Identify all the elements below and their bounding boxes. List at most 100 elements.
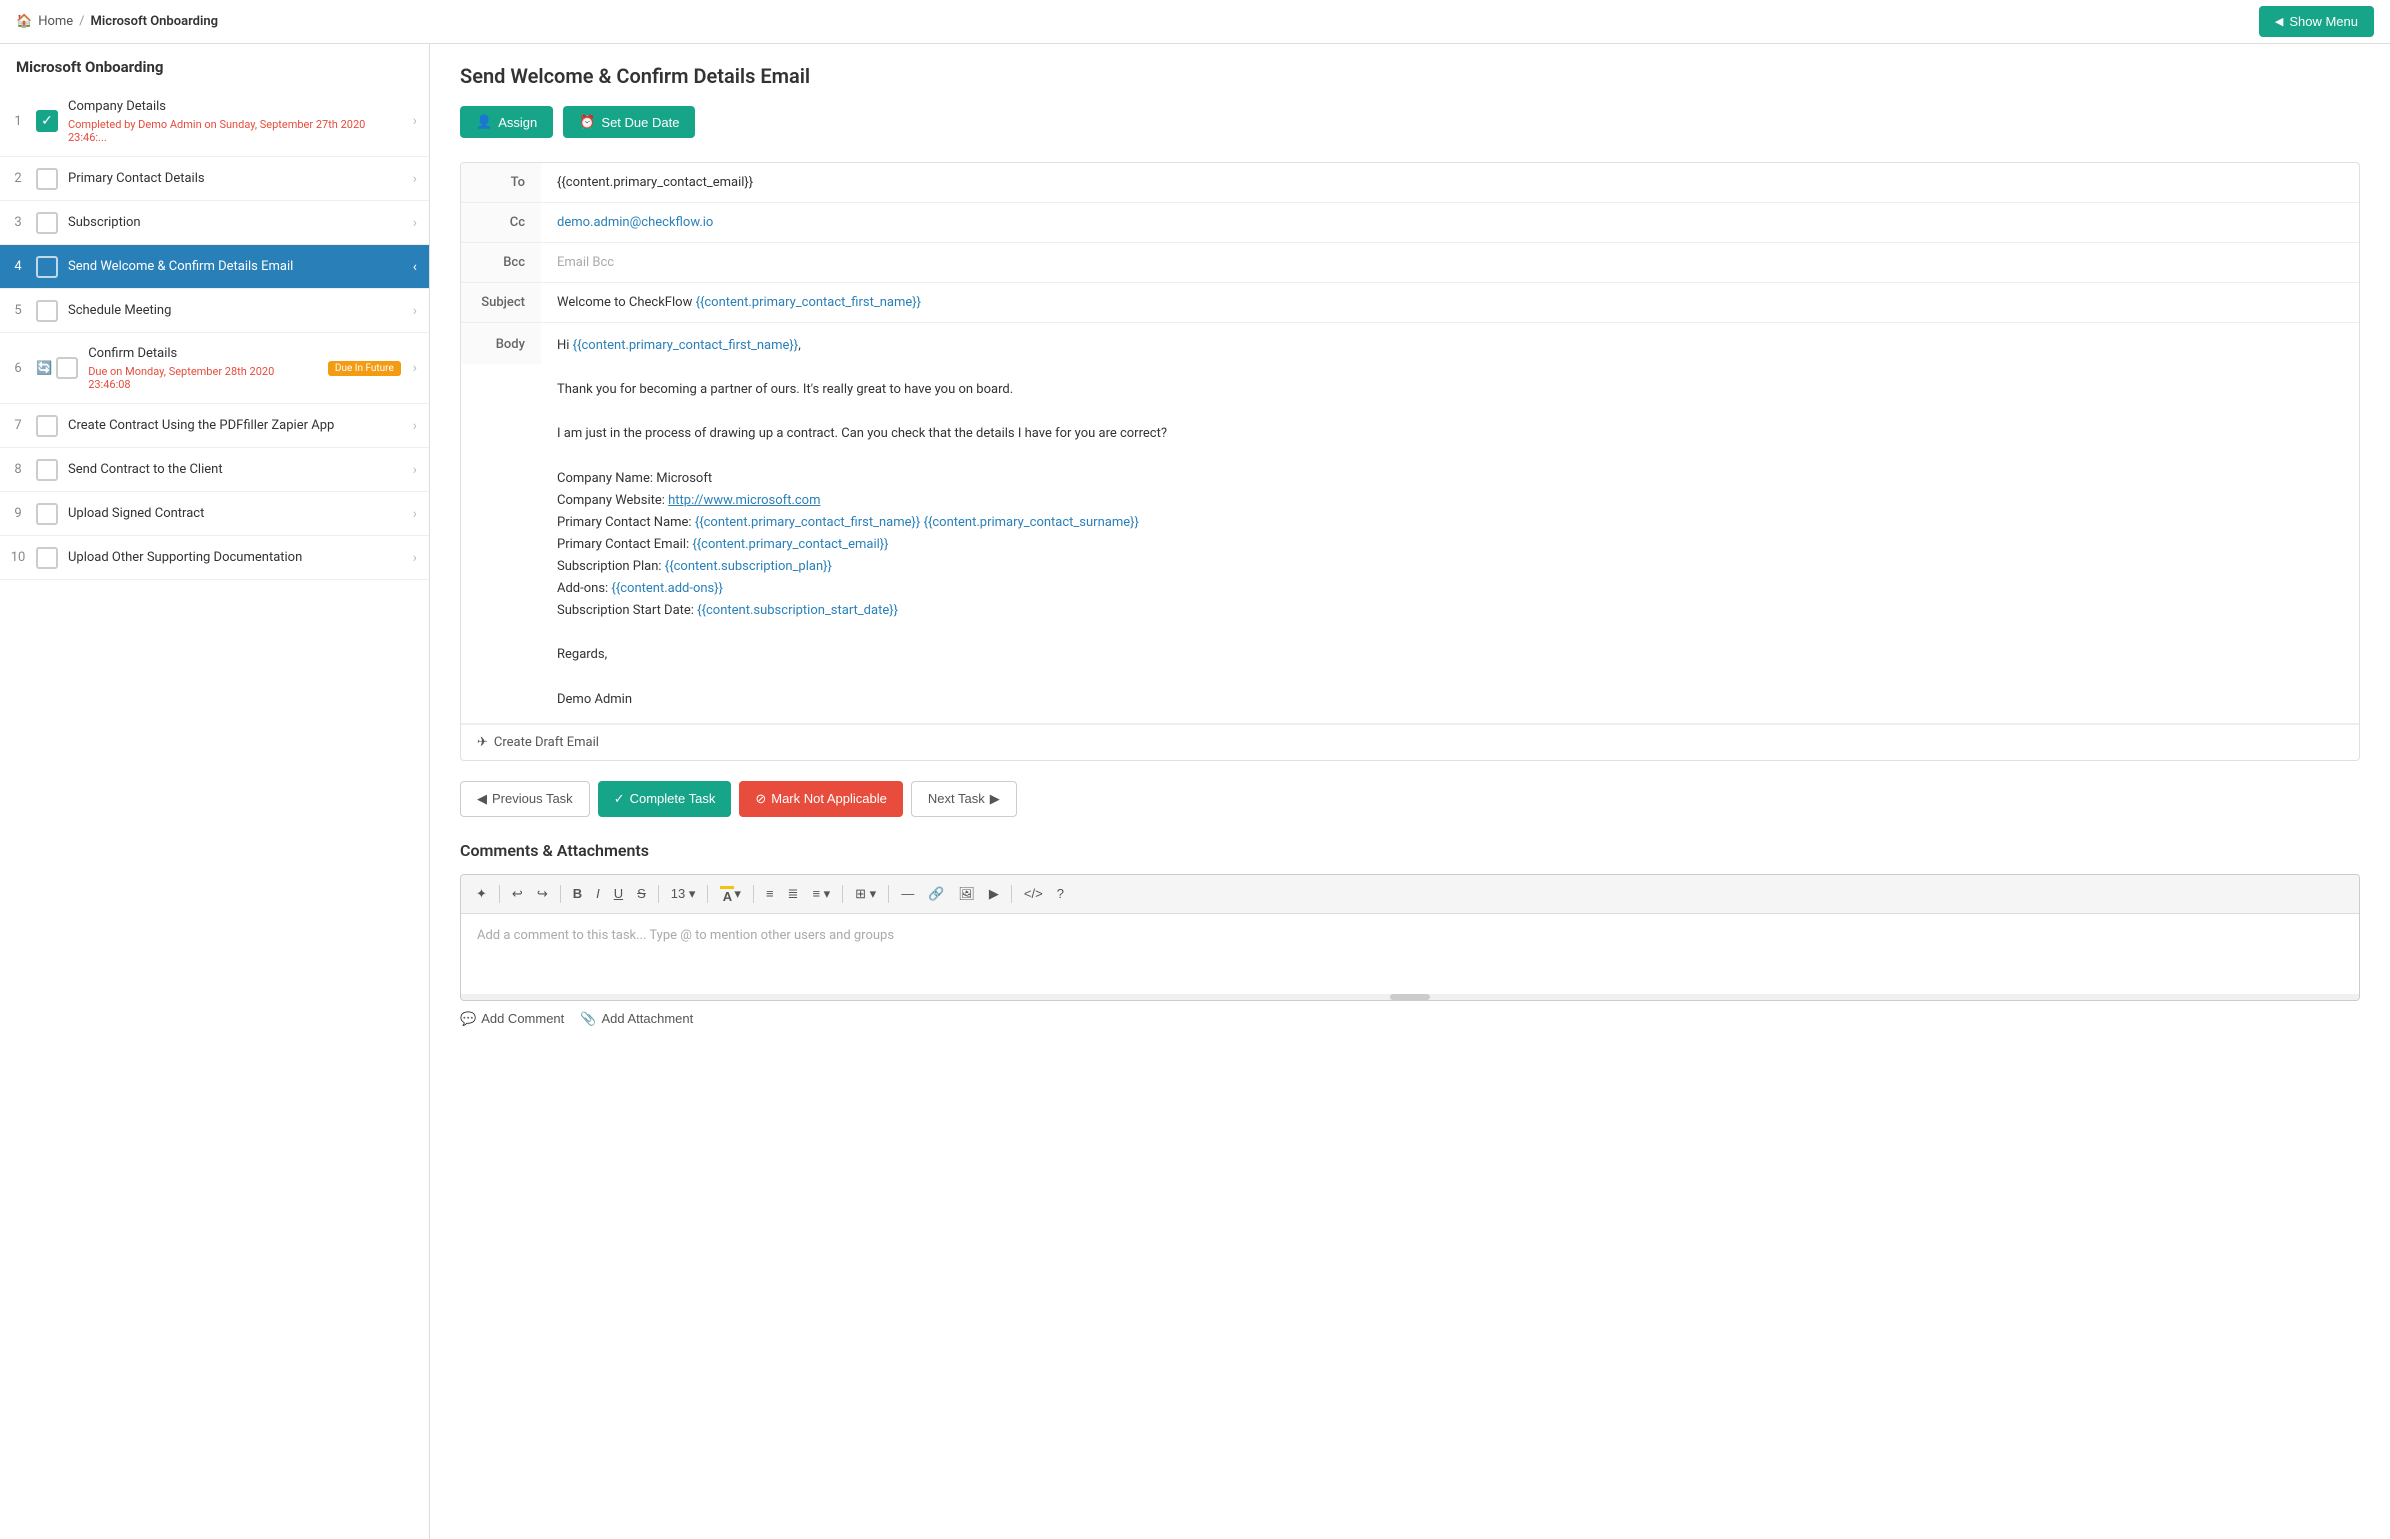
task-checkbox[interactable]	[36, 212, 58, 234]
code-btn[interactable]: </>	[1019, 883, 1048, 904]
task-checkbox[interactable]: ✓	[36, 110, 58, 132]
task-checkbox[interactable]	[56, 357, 78, 379]
complete-task-button[interactable]: ✓ Complete Task	[598, 781, 732, 817]
set-due-date-button[interactable]: ⏰ Set Due Date	[563, 106, 695, 138]
redo-btn[interactable]: ↪	[532, 883, 553, 905]
task-checkbox[interactable]	[36, 168, 58, 190]
task-checkbox[interactable]	[36, 256, 58, 278]
video-btn[interactable]: ▶	[984, 883, 1004, 905]
task-chevron-icon: ‹	[401, 259, 429, 275]
task-checkbox[interactable]	[36, 459, 58, 481]
table-btn[interactable]: ⊞ ▾	[850, 883, 881, 905]
strikethrough-btn[interactable]: S	[632, 883, 651, 904]
user-icon: 👤	[476, 114, 492, 130]
task-number: 4	[0, 245, 36, 288]
task-item[interactable]: 8Send Contract to the Client›	[0, 448, 429, 492]
task-chevron-icon: ›	[401, 418, 429, 434]
task-item[interactable]: 10Upload Other Supporting Documentation›	[0, 536, 429, 580]
bullet-list-btn[interactable]: ≡	[761, 883, 779, 904]
email-bcc-row: Bcc Email Bcc	[461, 243, 2359, 283]
not-applicable-label: Mark Not Applicable	[771, 791, 887, 806]
assign-label: Assign	[498, 115, 537, 130]
link-btn[interactable]: 🔗	[923, 883, 949, 905]
add-comment-label: Add Comment	[481, 1011, 564, 1026]
task-name: Company Details	[68, 98, 393, 116]
subject-value[interactable]: Welcome to CheckFlow {{content.primary_c…	[541, 283, 2359, 322]
cc-value[interactable]: demo.admin@checkflow.io	[541, 203, 2359, 242]
task-item[interactable]: 7Create Contract Using the PDFfiller Zap…	[0, 404, 429, 448]
sidebar: Microsoft Onboarding 1✓Company DetailsCo…	[0, 44, 430, 1539]
create-draft-button[interactable]: ✈ Create Draft Email	[461, 724, 2359, 760]
toolbar-sep-2	[560, 885, 561, 903]
task-content: Primary Contact Details	[68, 158, 401, 200]
body-label: Body	[461, 323, 541, 364]
font-color-btn[interactable]: A ▾	[715, 881, 746, 907]
task-item[interactable]: 2 Primary Contact Details ›	[0, 157, 429, 201]
task-item[interactable]: 9Upload Signed Contract›	[0, 492, 429, 536]
home-link[interactable]: Home	[38, 14, 73, 29]
comments-title: Comments & Attachments	[460, 841, 2360, 860]
task-content: Confirm DetailsDue on Monday, September …	[88, 333, 320, 403]
toolbar-sep-1	[499, 885, 500, 903]
task-checkbox[interactable]	[36, 503, 58, 525]
task-name: Primary Contact Details	[68, 170, 393, 188]
bcc-label: Bcc	[461, 243, 541, 282]
next-task-button[interactable]: Next Task ▶	[911, 781, 1017, 817]
check-icon: ✓	[614, 791, 625, 807]
comment-actions: 💬 Add Comment 📎 Add Attachment	[460, 1001, 2360, 1037]
task-chevron-icon: ›	[401, 215, 429, 231]
task-item[interactable]: 6🔄Confirm DetailsDue on Monday, Septembe…	[0, 333, 429, 404]
task-chevron-icon: ›	[401, 113, 429, 129]
to-value[interactable]: {{content.primary_contact_email}}	[541, 163, 2359, 202]
prev-icon: ◀	[477, 791, 487, 807]
task-number: 6	[0, 347, 36, 390]
show-menu-button[interactable]: Show Menu	[2259, 6, 2374, 37]
help-btn[interactable]: ?	[1052, 883, 1069, 904]
body-value[interactable]: Hi {{content.primary_contact_first_name}…	[541, 323, 2359, 723]
hr-btn[interactable]: —	[896, 883, 919, 904]
to-label: To	[461, 163, 541, 202]
toolbar-sep-4	[707, 885, 708, 903]
underline-btn[interactable]: U	[609, 883, 628, 904]
top-bar: 🏠 Home / Microsoft Onboarding Show Menu	[0, 0, 2390, 44]
task-number: 2	[0, 157, 36, 200]
bcc-value[interactable]: Email Bcc	[541, 243, 2359, 282]
comment-icon: 💬	[460, 1011, 476, 1027]
task-chevron-icon: ›	[401, 171, 429, 187]
align-btn[interactable]: ≡ ▾	[807, 883, 835, 905]
task-name: Send Contract to the Client	[68, 461, 393, 479]
task-checkbox[interactable]	[36, 547, 58, 569]
task-item[interactable]: 3Subscription›	[0, 201, 429, 245]
task-number: 3	[0, 201, 36, 244]
comment-editor[interactable]: Add a comment to this task... Type @ to …	[461, 914, 2359, 994]
image-btn[interactable]: 🖼	[953, 883, 980, 905]
previous-task-button[interactable]: ◀ Previous Task	[460, 781, 590, 817]
task-name: Upload Signed Contract	[68, 505, 393, 523]
toolbar-sep-7	[888, 885, 889, 903]
mark-not-applicable-button[interactable]: ⊘ Mark Not Applicable	[739, 781, 903, 817]
set-due-date-label: Set Due Date	[601, 115, 679, 130]
numbered-list-btn[interactable]: ≣	[783, 883, 804, 905]
main-layout: Microsoft Onboarding 1✓Company DetailsCo…	[0, 44, 2390, 1539]
italic-btn[interactable]: I	[591, 883, 605, 904]
bold-btn[interactable]: B	[568, 883, 587, 904]
email-cc-row: Cc demo.admin@checkflow.io	[461, 203, 2359, 243]
breadcrumb-sep: /	[79, 14, 84, 29]
add-comment-button[interactable]: 💬 Add Comment	[460, 1011, 564, 1027]
add-attachment-button[interactable]: 📎 Add Attachment	[580, 1011, 693, 1027]
task-item[interactable]: 5Schedule Meeting›	[0, 289, 429, 333]
next-label: Next Task	[928, 791, 985, 806]
subject-label: Subject	[461, 283, 541, 322]
task-number: 7	[0, 404, 36, 447]
font-size-btn[interactable]: 13 ▾	[666, 883, 701, 905]
assign-button[interactable]: 👤 Assign	[460, 106, 553, 138]
task-checkbox[interactable]	[36, 415, 58, 437]
undo-btn[interactable]: ↩	[507, 883, 528, 905]
magic-toolbar-btn[interactable]: ✦	[471, 883, 492, 905]
task-item[interactable]: 4 Send Welcome & Confirm Details Email ‹	[0, 245, 429, 289]
task-content: Upload Other Supporting Documentation	[68, 537, 401, 579]
task-item[interactable]: 1✓Company DetailsCompleted by Demo Admin…	[0, 86, 429, 157]
task-checkbox[interactable]	[36, 300, 58, 322]
next-icon: ▶	[990, 791, 1000, 807]
task-name: Send Welcome & Confirm Details Email	[68, 258, 393, 276]
